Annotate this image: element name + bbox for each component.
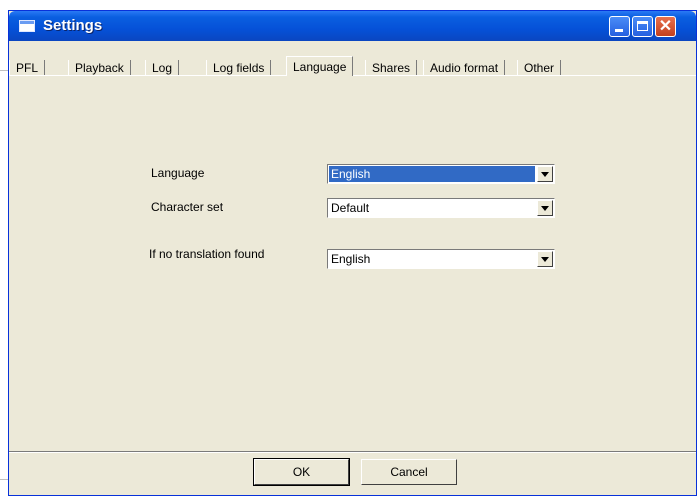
ok-button[interactable]: OK bbox=[253, 458, 350, 486]
settings-window: Settings ✕ PFL Playback Log Log fields L… bbox=[8, 10, 697, 496]
tab-log[interactable]: Log bbox=[145, 60, 180, 76]
maximize-icon bbox=[637, 21, 648, 31]
tab-log-fields[interactable]: Log fields bbox=[206, 60, 272, 76]
edge-divider bbox=[0, 479, 8, 480]
tab-other[interactable]: Other bbox=[517, 60, 562, 76]
tab-pfl[interactable]: PFL bbox=[9, 60, 46, 76]
charset-label: Character set bbox=[151, 200, 224, 214]
chevron-down-icon bbox=[541, 206, 549, 211]
maximize-button[interactable] bbox=[632, 16, 653, 37]
chevron-down-icon bbox=[541, 172, 549, 177]
fallback-select[interactable]: English bbox=[327, 249, 555, 269]
tab-audio-format[interactable]: Audio format bbox=[423, 60, 506, 76]
close-icon: ✕ bbox=[658, 18, 673, 35]
chevron-down-icon bbox=[541, 257, 549, 262]
language-label: Language bbox=[151, 166, 205, 180]
tab-language[interactable]: Language bbox=[286, 56, 354, 76]
cancel-button[interactable]: Cancel bbox=[361, 459, 457, 485]
title-bar[interactable]: Settings ✕ bbox=[9, 11, 696, 41]
fallback-select-button[interactable] bbox=[537, 251, 553, 267]
window-icon bbox=[19, 20, 35, 32]
edge-divider bbox=[0, 70, 8, 71]
charset-select[interactable]: Default bbox=[327, 198, 555, 218]
minimize-button[interactable] bbox=[609, 16, 630, 37]
charset-select-button[interactable] bbox=[537, 200, 553, 216]
language-select[interactable]: English bbox=[327, 164, 555, 184]
language-select-value: English bbox=[329, 166, 535, 182]
charset-select-value: Default bbox=[331, 201, 370, 215]
fallback-select-value: English bbox=[331, 252, 371, 266]
close-button[interactable]: ✕ bbox=[655, 16, 676, 37]
tab-shares[interactable]: Shares bbox=[365, 60, 418, 76]
language-panel: Language English Character set Default I… bbox=[9, 76, 696, 451]
fallback-label: If no translation found bbox=[149, 247, 265, 261]
window-title: Settings bbox=[43, 17, 103, 34]
tab-playback[interactable]: Playback bbox=[68, 60, 131, 76]
bottom-divider bbox=[9, 451, 696, 453]
language-select-button[interactable] bbox=[537, 166, 553, 182]
minimize-icon bbox=[615, 29, 623, 32]
